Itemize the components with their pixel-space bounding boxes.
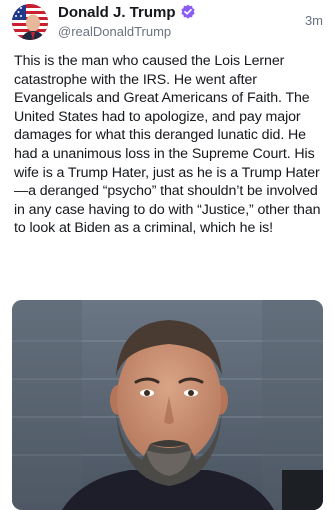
verified-badge-icon bbox=[180, 4, 195, 19]
display-name[interactable]: Donald J. Trump bbox=[58, 4, 176, 21]
portrait-photo bbox=[12, 300, 323, 510]
author-info: Donald J. Trump @realDonaldTrump bbox=[58, 4, 196, 41]
post-text: This is the man who caused the Lois Lern… bbox=[14, 53, 321, 237]
post-header: Donald J. Trump @realDonaldTrump 3m bbox=[12, 2, 323, 42]
flag-portrait-avatar-icon bbox=[12, 4, 48, 40]
display-name-row[interactable]: Donald J. Trump bbox=[58, 4, 196, 22]
handle[interactable]: @realDonaldTrump bbox=[58, 23, 196, 41]
avatar[interactable] bbox=[12, 4, 48, 40]
post-card: Donald J. Trump @realDonaldTrump 3m This… bbox=[0, 0, 335, 510]
post-media[interactable] bbox=[12, 300, 323, 510]
timestamp[interactable]: 3m bbox=[305, 13, 323, 28]
